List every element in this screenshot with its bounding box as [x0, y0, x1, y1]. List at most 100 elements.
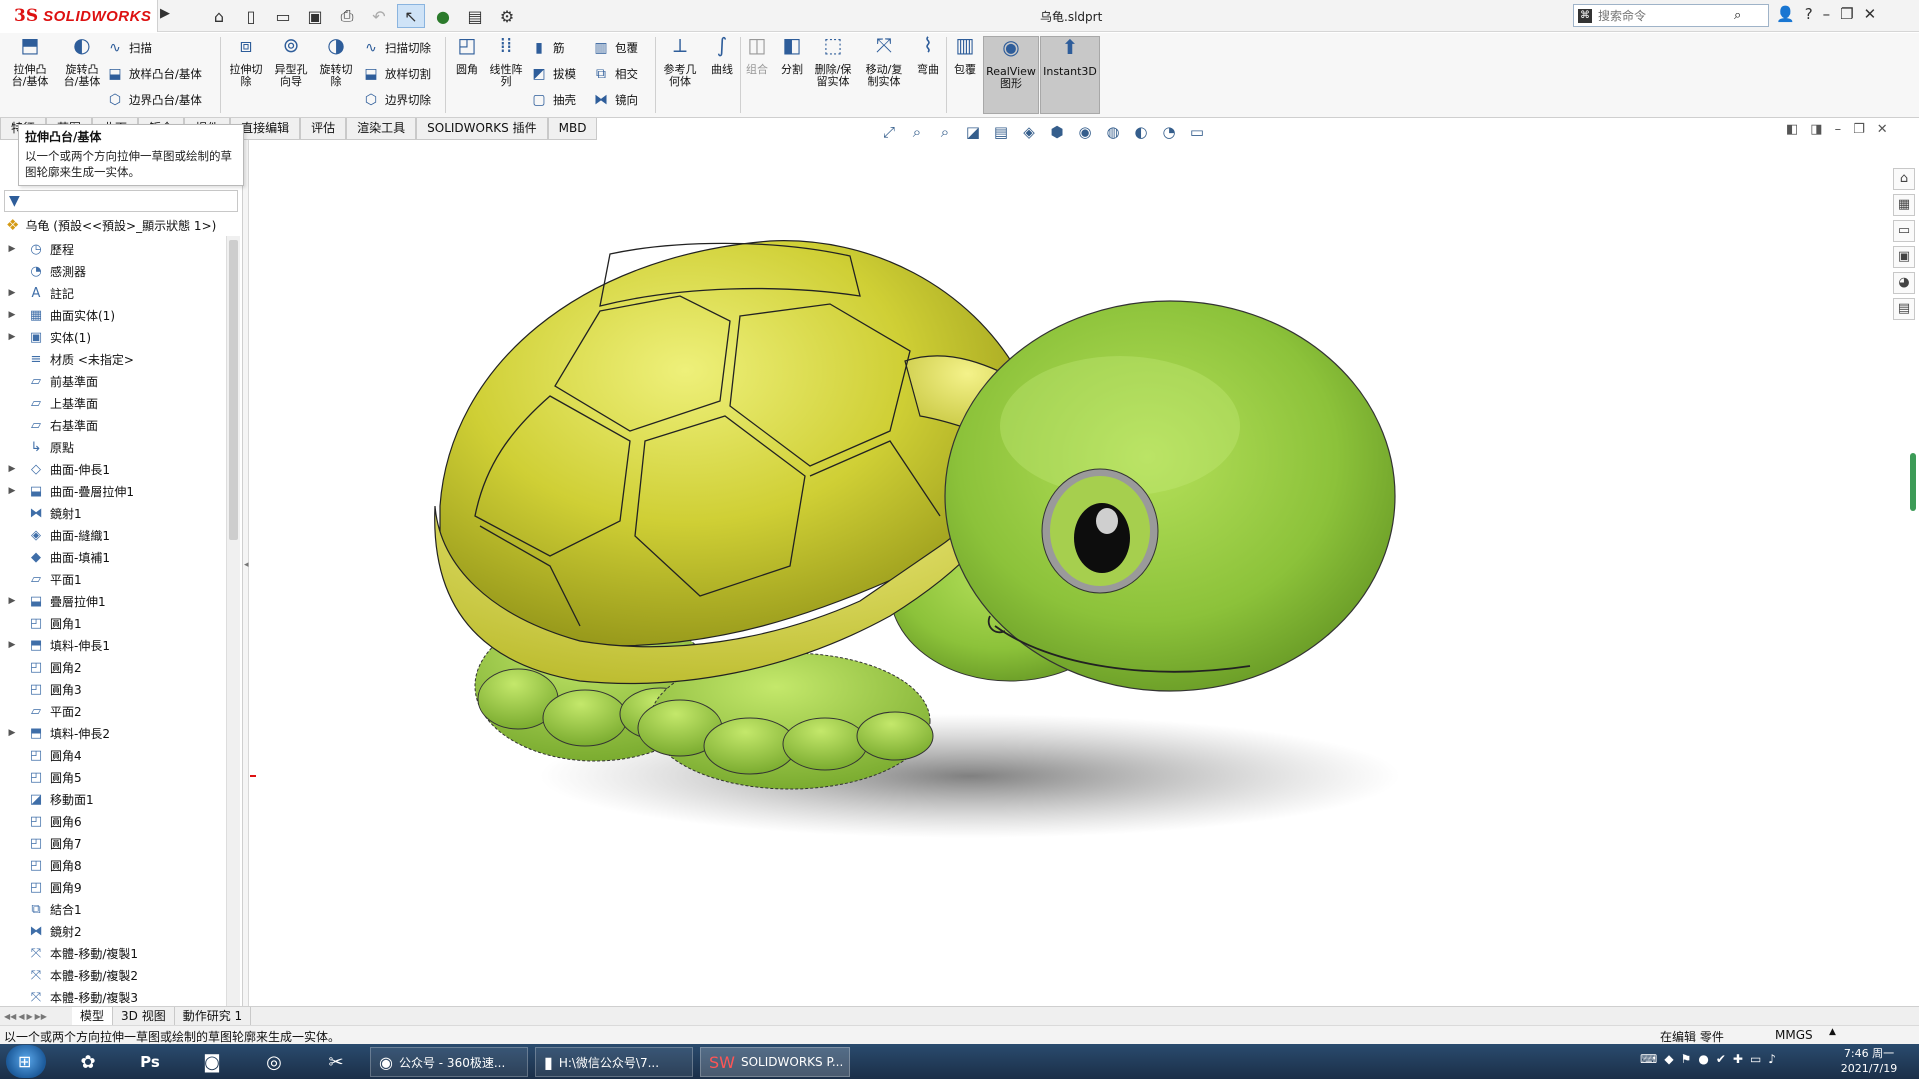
pinned-app-5-icon[interactable]: ✂ — [314, 1047, 358, 1077]
expand-arrow-icon[interactable]: ▶ — [6, 640, 18, 650]
tree-item[interactable]: ◰ 圓角1 — [0, 612, 226, 634]
section-view-icon[interactable]: ◪ — [962, 121, 984, 143]
tray-plus-icon[interactable]: ✚ — [1733, 1052, 1743, 1066]
mirror-button[interactable]: ⧓ 镜向 — [592, 92, 638, 108]
tree-item[interactable]: ▶ ▣ 实体(1) — [0, 326, 226, 348]
notification-icon[interactable]: ⚑ — [1681, 1052, 1692, 1066]
tree-item[interactable]: ▶ ◇ 曲面-伸長1 — [0, 458, 226, 480]
extrude-cut-button[interactable]: ⧈ 拉伸切 除 — [225, 35, 267, 88]
graphics-area[interactable] — [219, 146, 1890, 1006]
doc-close-icon[interactable]: ✕ — [1877, 122, 1888, 137]
view-settings-icon[interactable]: ◔ — [1158, 121, 1180, 143]
design-library-icon[interactable]: ▦ — [1893, 194, 1915, 216]
search-commands-box[interactable]: ⌘ ⌕ — [1573, 4, 1769, 27]
split-button[interactable]: ◧ 分割 — [776, 35, 808, 76]
tree-item[interactable]: ▱ 平面1 — [0, 568, 226, 590]
keyboard-icon[interactable]: ⌨ — [1640, 1052, 1657, 1066]
tree-item[interactable]: ◰ 圓角2 — [0, 656, 226, 678]
open-icon[interactable]: ▭ — [269, 4, 297, 28]
expand-arrow-icon[interactable]: ▶ — [6, 728, 18, 738]
user-icon[interactable]: 👤 — [1776, 5, 1795, 23]
revolve-cut-button[interactable]: ◑ 旋转切 除 — [315, 35, 357, 88]
tree-item[interactable]: ⧉ 結合1 — [0, 898, 226, 920]
tab-navigation-arrows[interactable]: ◀◀ ◀ ▶ ▶▶ — [0, 1012, 72, 1021]
volume-icon[interactable]: ♪ — [1768, 1052, 1776, 1066]
draft-button[interactable]: ◩ 拔模 — [530, 66, 576, 82]
tray-app-icon[interactable]: ◆ — [1664, 1052, 1673, 1066]
pinned-app-3-icon[interactable]: ◙ — [190, 1047, 234, 1077]
units-dropdown-icon[interactable]: ▲ — [1829, 1027, 1836, 1037]
apply-scene-icon[interactable]: ◐ — [1130, 121, 1152, 143]
tree-item[interactable]: ◰ 圓角5 — [0, 766, 226, 788]
expand-arrow-icon[interactable]: ▶ — [6, 310, 18, 320]
view-palette-icon[interactable]: ▣ — [1893, 246, 1915, 268]
doc-minimize-icon[interactable]: – — [1835, 122, 1842, 137]
expand-arrow-icon[interactable]: ▶ — [6, 244, 18, 254]
sweep-button[interactable]: ∿ 扫描 — [106, 40, 152, 56]
tree-item[interactable]: ⧓ 鏡射1 — [0, 502, 226, 524]
display-monitor-icon[interactable]: ▭ — [1186, 121, 1208, 143]
print-icon[interactable]: ⎙ — [333, 4, 361, 28]
expand-arrow-icon[interactable]: ▶ — [6, 288, 18, 298]
tree-item[interactable]: ▶ ⬒ 填料-伸長2 — [0, 722, 226, 744]
zoom-area-icon[interactable]: ⌕ — [906, 121, 928, 143]
tree-item[interactable]: ▶ ⬓ 曲面-疊層拉伸1 — [0, 480, 226, 502]
system-clock[interactable]: 7:46 周一 2021/7/19 — [1834, 1046, 1904, 1076]
first-tab-icon[interactable]: ◀◀ — [4, 1012, 16, 1021]
wrap-big-button[interactable]: ▥ 包覆 — [948, 35, 982, 76]
tree-item[interactable]: ⤧ 本體-移動/複製1 — [0, 942, 226, 964]
tree-item[interactable]: ≡ 材质 <未指定> — [0, 348, 226, 370]
tab-mbd[interactable]: MBD — [547, 118, 598, 140]
tab-solidworks-addins[interactable]: SOLIDWORKS 插件 — [416, 118, 548, 140]
tab-3d-views[interactable]: 3D 视图 — [113, 1006, 175, 1026]
tree-item[interactable]: ◈ 曲面-縫織1 — [0, 524, 226, 546]
tile-right-icon[interactable]: ◨ — [1810, 122, 1822, 137]
hole-wizard-button[interactable]: ⊚ 异型孔 向导 — [270, 35, 312, 88]
view-orientation-icon[interactable]: ◈ — [1018, 121, 1040, 143]
expand-arrow-icon[interactable]: ▶ — [6, 332, 18, 342]
zoom-to-fit-icon[interactable]: ⤢ — [878, 121, 900, 143]
expand-arrow-icon[interactable]: ▶ — [6, 464, 18, 474]
feature-tree-scrollbar[interactable] — [226, 236, 240, 1006]
extrude-boss-button[interactable]: ⬒ 拉伸凸 台/基体 — [8, 35, 52, 88]
sweep-cut-button[interactable]: ∿ 扫描切除 — [362, 40, 431, 56]
tree-item[interactable]: ◰ 圓角3 — [0, 678, 226, 700]
display-style-icon[interactable]: ⬢ — [1046, 121, 1068, 143]
last-tab-icon[interactable]: ▶▶ — [35, 1012, 47, 1021]
pinned-app-1-icon[interactable]: ✿ — [66, 1047, 110, 1077]
part-root-node[interactable]: ❖ 乌龟 (預設<<預設>_顯示狀態 1>) — [6, 216, 216, 234]
tree-item[interactable]: ◰ 圓角6 — [0, 810, 226, 832]
tree-item[interactable]: ◔ 感測器 — [0, 260, 226, 282]
intersect-button[interactable]: ⧉ 相交 — [592, 66, 638, 82]
move-copy-body-button[interactable]: ⤧ 移动/复 制实体 — [861, 35, 907, 88]
help-icon[interactable]: ? — [1805, 5, 1813, 23]
dynamic-annotation-icon[interactable]: ▤ — [990, 121, 1012, 143]
options-gear-icon[interactable]: ⚙ — [493, 4, 521, 28]
solidworks-logo[interactable]: 3S SOLIDWORKS — [0, 0, 158, 32]
prev-tab-icon[interactable]: ◀ — [18, 1012, 24, 1021]
tree-item[interactable]: ↳ 原點 — [0, 436, 226, 458]
previous-view-icon[interactable]: ⌕ — [934, 121, 956, 143]
tree-item[interactable]: ▶ ⬒ 填料-伸長1 — [0, 634, 226, 656]
expand-arrow-icon[interactable]: ▶ — [6, 486, 18, 496]
loft-cut-button[interactable]: ⬓ 放样切割 — [362, 66, 431, 82]
tree-item[interactable]: ▶ ◷ 歷程 — [0, 238, 226, 260]
tree-item[interactable]: ▱ 前基準面 — [0, 370, 226, 392]
rebuild-icon[interactable]: ● — [429, 4, 457, 28]
tree-item[interactable]: ◰ 圓角7 — [0, 832, 226, 854]
qq-icon[interactable]: ● — [1698, 1052, 1708, 1066]
tree-item[interactable]: ▱ 右基準面 — [0, 414, 226, 436]
linear-pattern-button[interactable]: ⁞⁞ 线性阵 列 — [486, 35, 526, 88]
revolve-boss-button[interactable]: ◐ 旋转凸 台/基体 — [60, 35, 104, 88]
next-tab-icon[interactable]: ▶ — [26, 1012, 32, 1021]
delete-keep-body-button[interactable]: ⬚ 删除/保 留实体 — [810, 35, 856, 88]
tree-item[interactable]: ⤧ 本體-移動/複製2 — [0, 964, 226, 986]
tree-item[interactable]: ▶ ▦ 曲面实体(1) — [0, 304, 226, 326]
reference-geometry-button[interactable]: ⟂ 参考几 何体 — [658, 35, 702, 88]
task-pane-edge-handle[interactable] — [1910, 453, 1916, 511]
tree-item[interactable]: ◪ 移動面1 — [0, 788, 226, 810]
tree-item[interactable]: ⤧ 本體-移動/複製3 — [0, 986, 226, 1008]
loft-button[interactable]: ⬓ 放样凸台/基体 — [106, 66, 202, 82]
task-pane-home-icon[interactable]: ⌂ — [1893, 168, 1915, 190]
tree-item[interactable]: ▱ 上基準面 — [0, 392, 226, 414]
